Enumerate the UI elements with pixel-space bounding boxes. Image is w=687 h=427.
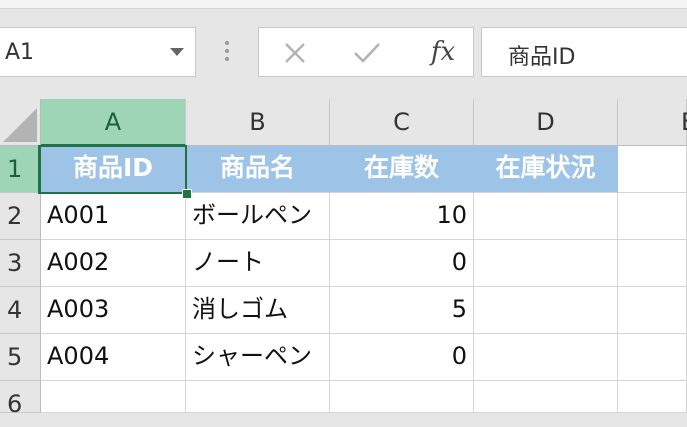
resize-grip-icon[interactable] (224, 41, 230, 63)
cell-e4[interactable] (618, 287, 687, 334)
cell-e5[interactable] (618, 334, 687, 381)
cell-c2[interactable]: 10 (330, 193, 474, 240)
cell-b2[interactable]: ボールペン (186, 193, 330, 240)
cell-c4[interactable]: 5 (330, 287, 474, 334)
name-box[interactable]: A1 (0, 27, 196, 77)
cell-c3[interactable]: 0 (330, 240, 474, 287)
cell-d3[interactable] (474, 240, 618, 287)
cell-d2[interactable] (474, 193, 618, 240)
formula-input[interactable]: 商品ID (481, 27, 687, 77)
row-header-4[interactable]: 4 (0, 287, 41, 334)
column-header-d[interactable]: D (474, 99, 618, 146)
cell-a5[interactable]: A004 (41, 334, 186, 381)
chevron-down-icon[interactable] (170, 48, 184, 56)
ribbon-edge (0, 0, 687, 9)
cell-e2[interactable] (618, 193, 687, 240)
cell-a6[interactable] (41, 381, 186, 413)
column-header-e[interactable]: E (618, 99, 687, 146)
cell-b5[interactable]: シャーペン (186, 334, 330, 381)
cell-e3[interactable] (618, 240, 687, 287)
cell-a4[interactable]: A003 (41, 287, 186, 334)
row-header-2[interactable]: 2 (0, 193, 41, 240)
cell-d4[interactable] (474, 287, 618, 334)
cell-a1[interactable]: 商品ID (41, 146, 186, 193)
formula-buttons: fx (258, 27, 474, 77)
row-header-3[interactable]: 3 (0, 240, 41, 287)
name-box-value: A1 (5, 40, 35, 65)
cell-a2[interactable]: A001 (41, 193, 186, 240)
worksheet-grid[interactable]: A B C D E 1 2 3 4 5 6 商品ID 商品名 在庫数 在庫状況 … (0, 99, 687, 418)
select-all-corner[interactable] (0, 99, 41, 146)
column-header-b[interactable]: B (186, 99, 330, 146)
column-header-c[interactable]: C (330, 99, 474, 146)
row-header-1[interactable]: 1 (0, 146, 41, 193)
close-icon[interactable] (277, 36, 313, 70)
cell-c6[interactable] (330, 381, 474, 413)
fx-icon[interactable]: fx (423, 33, 463, 71)
cell-c1[interactable]: 在庫数 (330, 146, 474, 193)
row-header-6[interactable]: 6 (0, 381, 41, 418)
row-header-5[interactable]: 5 (0, 334, 41, 381)
cell-d5[interactable] (474, 334, 618, 381)
column-header-a[interactable]: A (41, 99, 186, 146)
fill-handle[interactable] (182, 189, 192, 199)
cell-d6[interactable] (474, 381, 618, 413)
cell-a3[interactable]: A002 (41, 240, 186, 287)
cell-b6[interactable] (186, 381, 330, 413)
cell-c5[interactable]: 0 (330, 334, 474, 381)
cell-d1[interactable]: 在庫状況 (474, 146, 618, 193)
cell-e1[interactable] (618, 146, 687, 193)
formula-content: 商品ID (508, 45, 576, 70)
cell-b4[interactable]: 消しゴム (186, 287, 330, 334)
cell-b3[interactable]: ノート (186, 240, 330, 287)
cell-e6[interactable] (618, 381, 687, 413)
check-icon[interactable] (349, 36, 385, 70)
cell-b1[interactable]: 商品名 (186, 146, 330, 193)
